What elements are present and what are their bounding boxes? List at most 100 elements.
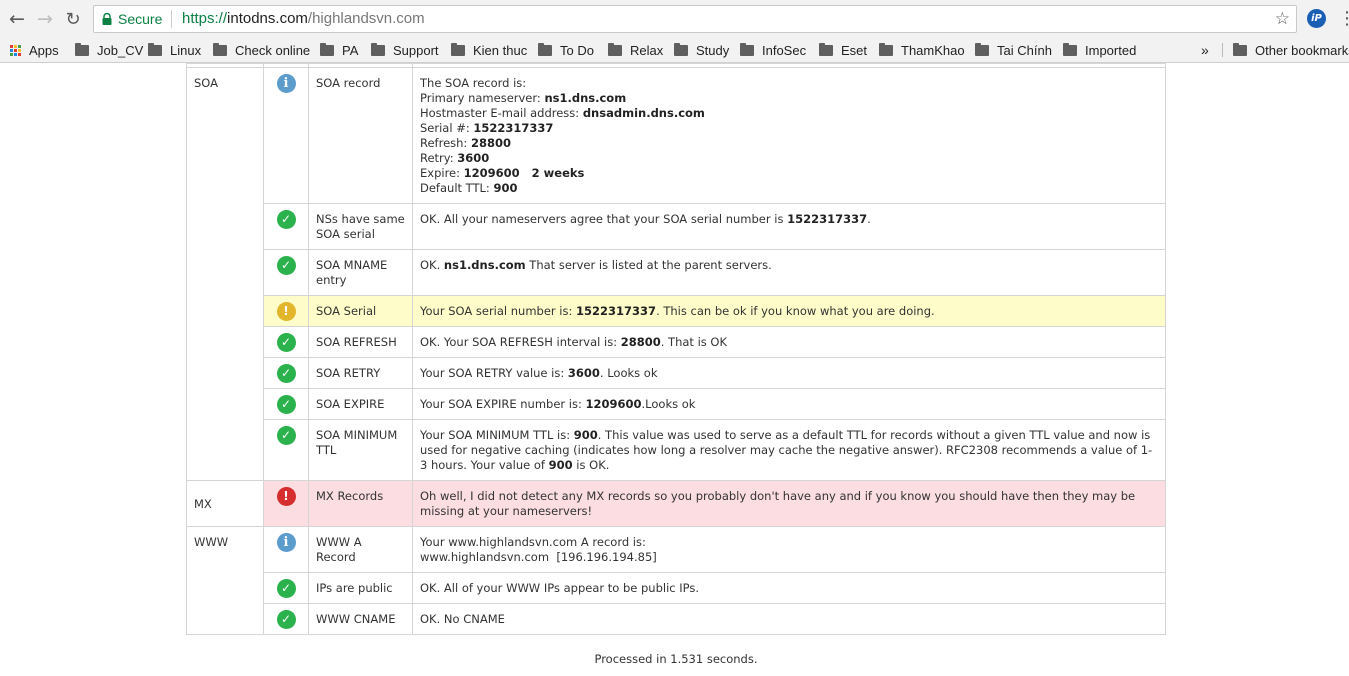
soa-hostmaster: Hostmaster E-mail address: dnsadmin.dns.… — [420, 106, 705, 120]
test-info: Your SOA MINIMUM TTL is: 900. This value… — [412, 419, 1166, 481]
test-name: SOA MINIMUM TTL — [308, 419, 413, 481]
bookmarks-divider — [1222, 43, 1223, 57]
bookmark-folder[interactable]: Support — [371, 40, 439, 60]
test-info: Your SOA EXPIRE number is: 1209600.Looks… — [412, 388, 1166, 420]
test-info: OK. No CNAME — [412, 603, 1166, 635]
bookmark-folder[interactable]: Job_CV — [75, 40, 143, 60]
forward-arrow-icon[interactable]: → — [32, 6, 58, 32]
folder-icon — [608, 42, 622, 56]
test-info: OK. All of your WWW IPs appear to be pub… — [412, 572, 1166, 604]
test-name: SOA record — [308, 67, 413, 204]
url-text[interactable]: https://intodns.com/highlandsvn.com — [182, 10, 425, 27]
table-row: ✓ SOA RETRY Your SOA RETRY value is: 360… — [187, 357, 1166, 389]
warning-icon: ! — [276, 302, 296, 321]
bookmark-label: Imported — [1085, 42, 1137, 58]
bookmark-folder[interactable]: InfoSec — [740, 40, 806, 60]
check-icon: ✓ — [276, 610, 296, 629]
reload-icon[interactable]: ↻ — [60, 6, 86, 32]
bookmark-folder[interactable]: Check online — [213, 40, 310, 60]
bookmark-label: Relax — [630, 42, 664, 58]
check-icon: ✓ — [276, 426, 296, 445]
table-row: ✓ SOA MNAME entry OK. ns1.dns.com That s… — [187, 249, 1166, 296]
address-bar[interactable]: Secure https://intodns.com/highlandsvn.c… — [93, 5, 1297, 33]
bookmark-label: Support — [393, 42, 439, 58]
test-name: SOA EXPIRE — [308, 388, 413, 420]
bookmark-other[interactable]: Other bookmarks — [1233, 40, 1349, 60]
folder-icon — [1233, 42, 1247, 56]
table-row: MX ! MX Records Oh well, I did not detec… — [186, 480, 1166, 527]
folder-icon — [674, 42, 688, 56]
check-icon: ✓ — [276, 210, 296, 229]
test-info: Your SOA RETRY value is: 3600. Looks ok — [412, 357, 1166, 389]
bookmark-label: ThamKhao — [901, 42, 965, 58]
info-icon: i — [276, 74, 296, 93]
table-row: ✓ WWW CNAME OK. No CNAME — [187, 603, 1166, 635]
bookmark-folder[interactable]: Study — [674, 40, 729, 60]
check-icon: ✓ — [276, 395, 296, 414]
bookmarks-bar: Apps Job_CV Linux Check online PA Suppor… — [0, 37, 1349, 63]
test-name: SOA MNAME entry — [308, 249, 413, 296]
bookmark-folder[interactable]: Relax — [608, 40, 663, 60]
bookmark-label: Check online — [235, 42, 311, 58]
table-row: ! SOA Serial Your SOA serial number is: … — [187, 295, 1166, 327]
status-cell: ! — [263, 295, 309, 327]
test-info: The SOA record is: Primary nameserver: n… — [412, 67, 1166, 204]
folder-icon — [371, 42, 385, 56]
bookmark-star-icon[interactable]: ☆ — [1275, 9, 1290, 29]
url-host: intodns.com — [227, 10, 308, 27]
url-scheme: https:// — [182, 10, 228, 27]
bookmark-folder[interactable]: Kien thuc — [451, 40, 527, 60]
folder-icon — [879, 42, 893, 56]
status-cell: ✓ — [263, 357, 309, 389]
soa-refresh: Refresh: 28800 — [420, 136, 511, 150]
bookmark-folder[interactable]: Imported — [1063, 40, 1136, 60]
back-arrow-icon[interactable]: ← — [4, 6, 30, 32]
status-cell: ✓ — [263, 326, 309, 358]
test-name: MX Records — [308, 480, 413, 527]
table-row: ✓ SOA REFRESH OK. Your SOA REFRESH inter… — [187, 326, 1166, 358]
bookmark-label: Apps — [29, 42, 59, 58]
test-name: SOA Serial — [308, 295, 413, 327]
check-icon: ✓ — [276, 256, 296, 275]
bookmark-folder[interactable]: Tai Chính — [975, 40, 1052, 60]
folder-icon — [975, 42, 989, 56]
category-cell: WWW — [186, 526, 264, 635]
folder-icon — [819, 42, 833, 56]
table-row: ✓ SOA EXPIRE Your SOA EXPIRE number is: … — [187, 388, 1166, 420]
menu-icon[interactable]: ⋮ — [1338, 8, 1349, 29]
bookmarks-overflow-chevron-icon[interactable]: » — [1201, 40, 1209, 60]
bookmark-folder[interactable]: ThamKhao — [879, 40, 965, 60]
bookmark-label: Kien thuc — [473, 42, 528, 58]
dns-report-table: SOA i SOA record The SOA record is: Prim… — [186, 63, 1166, 635]
test-name: NSs have same SOA serial — [308, 203, 413, 250]
ip-extension-icon[interactable]: iP — [1307, 9, 1326, 28]
status-cell: ✓ — [263, 603, 309, 635]
test-name: IPs are public — [308, 572, 413, 604]
soa-default-ttl: Default TTL: 900 — [420, 181, 518, 195]
check-icon: ✓ — [276, 364, 296, 383]
table-row: ✓ IPs are public OK. All of your WWW IPs… — [187, 572, 1166, 604]
processed-time: Processed in 1.531 seconds. — [594, 652, 758, 666]
status-cell: i — [263, 526, 309, 573]
url-path: /highlandsvn.com — [307, 10, 425, 27]
folder-icon — [320, 42, 334, 56]
secure-label: Secure — [118, 11, 163, 27]
test-info: Oh well, I did not detect any MX records… — [412, 480, 1166, 527]
bookmark-folder[interactable]: Linux — [148, 40, 201, 60]
category-cell: MX — [186, 480, 264, 527]
soa-intro: The SOA record is: — [420, 76, 527, 90]
bookmark-folder[interactable]: PA — [320, 40, 358, 60]
status-cell: i — [263, 67, 309, 204]
bookmark-label: Other bookmarks — [1255, 42, 1349, 58]
table-row: SOA i SOA record The SOA record is: Prim… — [186, 67, 1166, 481]
bookmark-label: InfoSec — [762, 42, 807, 58]
bookmark-apps[interactable]: Apps — [10, 40, 59, 60]
category-cell: SOA — [186, 67, 264, 481]
bookmark-label: Eset — [841, 42, 868, 58]
soa-serial: Serial #: 1522317337 — [420, 121, 554, 135]
info-icon: i — [276, 533, 296, 552]
bookmark-folder[interactable]: Eset — [819, 40, 867, 60]
bookmark-folder[interactable]: To Do — [538, 40, 594, 60]
soa-primary: Primary nameserver: ns1.dns.com — [420, 91, 627, 105]
folder-icon — [538, 42, 552, 56]
